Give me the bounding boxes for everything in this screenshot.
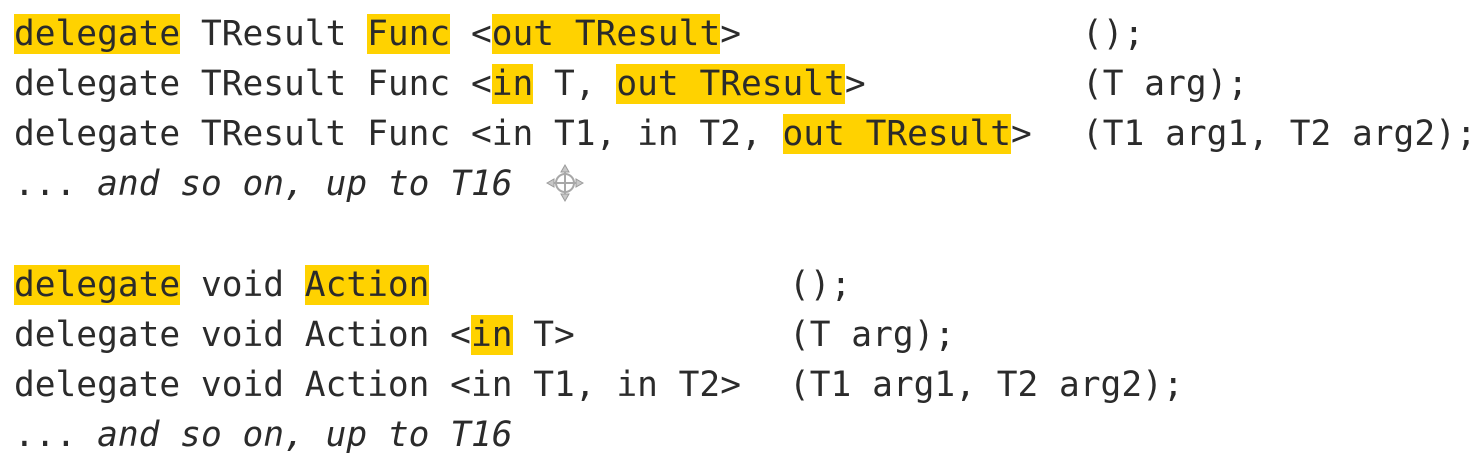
variance-in: in	[491, 64, 534, 104]
action-line-1: delegate void Action	[14, 263, 430, 307]
ellipsis: ...	[14, 164, 98, 204]
keyword-delegate: delegate	[14, 14, 181, 54]
ellipsis: ...	[14, 415, 98, 455]
func-more-line: ... and so on, up to T16	[14, 162, 513, 206]
keyword-delegate: delegate	[14, 265, 181, 305]
func-line-3-prefix: delegate TResult Func <in T1, in T2,	[14, 114, 783, 154]
type-param-out: out TResult	[491, 14, 721, 54]
more-comment: and so on, up to T16	[97, 164, 513, 204]
angle-close: >	[1011, 114, 1032, 154]
move-cursor-icon	[545, 163, 585, 203]
variance-out: out TResult	[782, 114, 1012, 154]
delegate-name: Action	[304, 265, 430, 305]
func-line-1-args: ();	[1082, 14, 1145, 54]
action-line-1-args: ();	[789, 265, 852, 305]
variance-in: in	[470, 315, 513, 355]
action-line-3-args: (T1 arg1, T2 arg2);	[789, 365, 1184, 405]
code-listing: delegate TResult Func <out TResult> (); …	[0, 0, 1482, 459]
func-line-2-mid: T,	[533, 64, 617, 104]
more-comment: and so on, up to T16	[97, 415, 513, 455]
action-line-3: delegate void Action <in T1, in T2>	[14, 363, 741, 407]
angle-open: <	[450, 14, 492, 54]
action-line-3-prefix: delegate void Action <in T1, in T2>	[14, 365, 741, 405]
action-line-2-post: T>	[512, 315, 575, 355]
action-more-line: ... and so on, up to T16	[14, 413, 513, 457]
action-line-2-args: (T arg);	[789, 315, 956, 355]
func-line-3-args: (T1 arg1, T2 arg2);	[1082, 114, 1477, 154]
action-line-2-prefix: delegate void Action <	[14, 315, 471, 355]
func-line-1: delegate TResult Func <out TResult>	[14, 12, 741, 56]
func-line-3: delegate TResult Func <in T1, in T2, out…	[14, 112, 1032, 156]
action-line-2: delegate void Action <in T>	[14, 313, 575, 357]
delegate-name: Func	[367, 14, 451, 54]
func-line-2-args: (T arg);	[1082, 64, 1249, 104]
return-type: void	[180, 265, 305, 305]
return-type: TResult	[180, 14, 368, 54]
angle-close: >	[844, 64, 866, 104]
func-line-2: delegate TResult Func <in T, out TResult…	[14, 62, 866, 106]
angle-close: >	[720, 14, 742, 54]
variance-out: out TResult	[616, 64, 845, 104]
func-line-2-prefix: delegate TResult Func <	[14, 64, 492, 104]
